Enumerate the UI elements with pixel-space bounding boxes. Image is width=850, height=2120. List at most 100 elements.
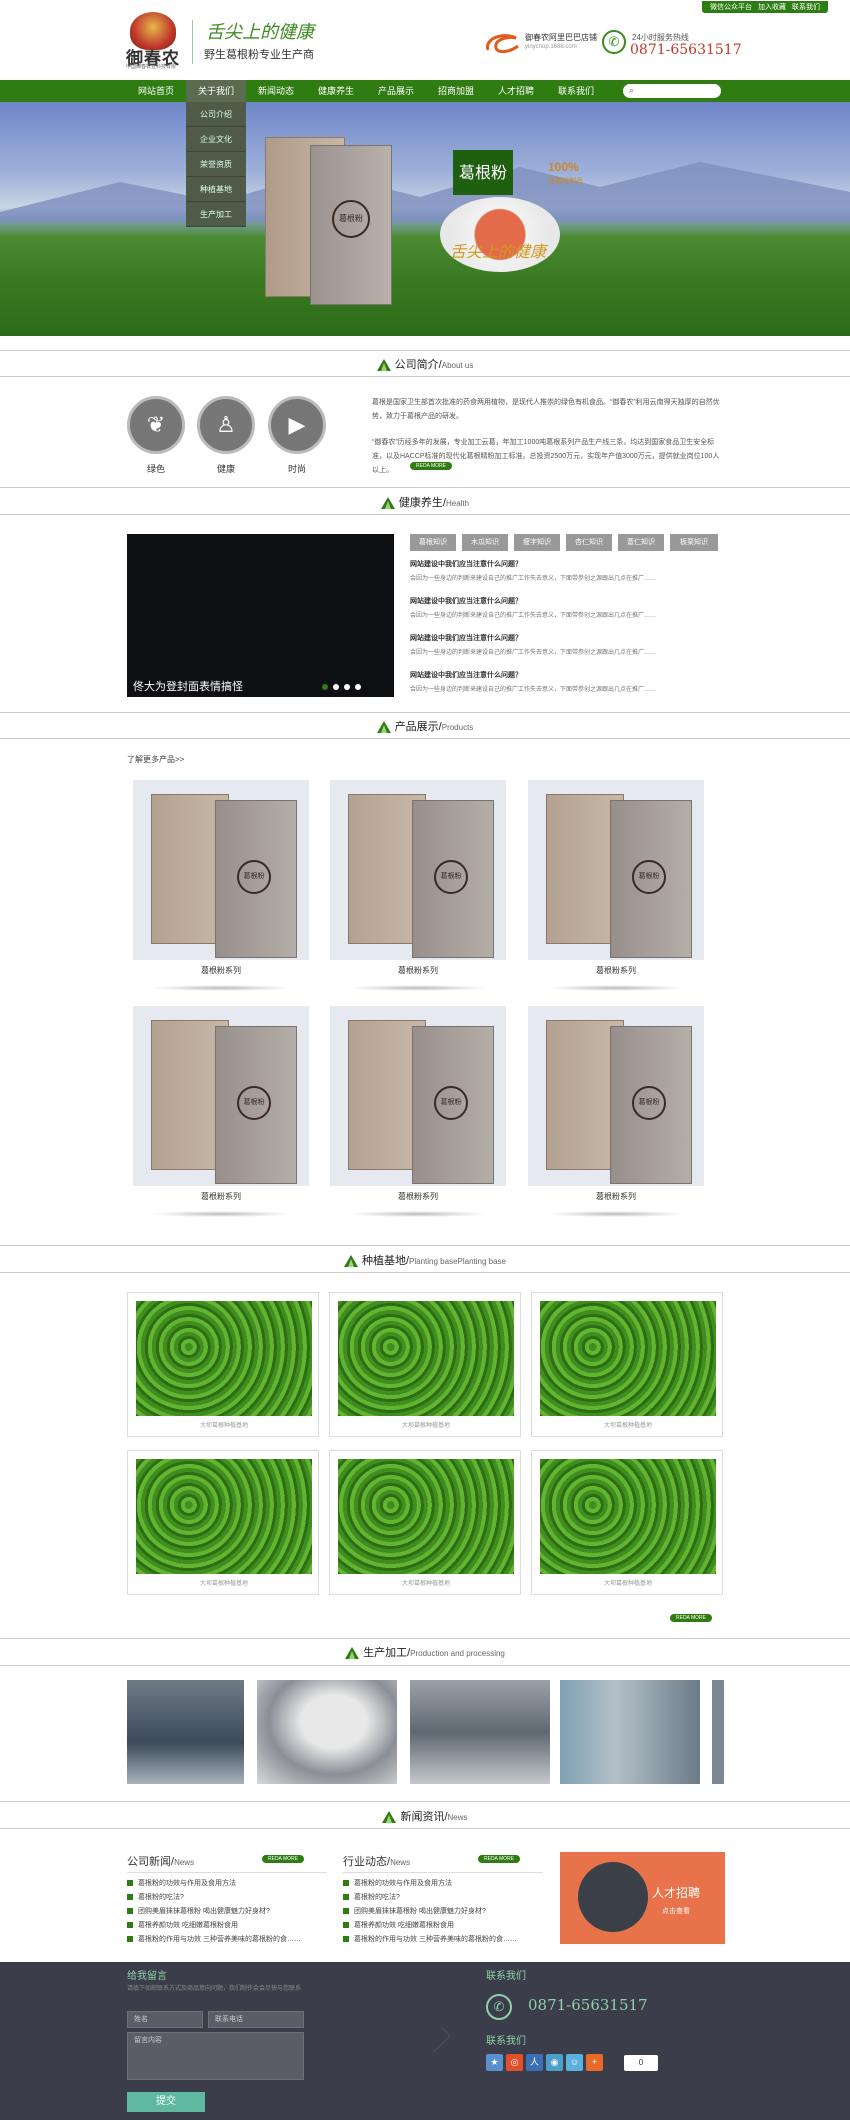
slider-dot[interactable] (355, 684, 361, 690)
slider-dot[interactable] (322, 684, 328, 690)
product-seal: 葛根粉 (237, 1086, 271, 1120)
tab-kudzu[interactable]: 葛根知识 (410, 534, 456, 551)
product-label[interactable]: 葛根粉系列 (133, 1191, 309, 1202)
nav-home[interactable]: 网站首页 (128, 80, 184, 102)
product-label[interactable]: 葛根粉系列 (133, 965, 309, 976)
news-item[interactable]: 葛根粉的功效与作用及食用方法 (127, 1878, 236, 1888)
shop-url[interactable]: yinycnop.1688.com (525, 44, 577, 50)
dropdown-item-honor[interactable]: 荣誉资质 (186, 152, 246, 177)
nav-about[interactable]: 关于我们 (186, 80, 246, 102)
message-content-field[interactable]: 留言内容 (127, 2032, 304, 2080)
search-icon[interactable]: ⌕ (629, 86, 638, 95)
product-label[interactable]: 葛根粉系列 (528, 1191, 704, 1202)
recruit-title[interactable]: 人才招聘 (652, 1884, 700, 1901)
health-question[interactable]: 网站建设中我们应当注意什么问题？ (410, 633, 522, 643)
top-link-contact[interactable]: 联系我们 (792, 2, 820, 12)
dropdown-item-base[interactable]: 种植基地 (186, 177, 246, 202)
base-card[interactable]: 大坝葛根种植基地 (127, 1292, 319, 1437)
base-card[interactable]: 大坝葛根种植基地 (329, 1450, 521, 1595)
message-title: 给我留言 (127, 1971, 167, 1982)
tab-almond[interactable]: 杏仁知识 (566, 534, 612, 551)
dropdown-item-production[interactable]: 生产加工 (186, 202, 246, 227)
video-player[interactable] (127, 534, 394, 697)
news-item[interactable]: 葛根粉的吃法? (127, 1892, 184, 1902)
tab-coix[interactable]: 薏仁知识 (618, 534, 664, 551)
production-photo[interactable] (712, 1680, 724, 1784)
alibaba-icon[interactable] (482, 28, 522, 58)
nav-health[interactable]: 健康养生 (308, 80, 364, 102)
product-label[interactable]: 葛根粉系列 (330, 1191, 506, 1202)
more-products-link[interactable]: 了解更多产品>> (127, 754, 184, 765)
renren-icon[interactable]: 人 (526, 2054, 543, 2071)
tab-chestnut[interactable]: 板栗知识 (670, 534, 718, 551)
base-card[interactable]: 大坝葛根种植基地 (531, 1450, 723, 1595)
product-image[interactable]: 葛根粉 (330, 780, 506, 960)
health-question[interactable]: 网站建设中我们应当注意什么问题？ (410, 559, 522, 569)
slider-dot[interactable] (333, 684, 339, 690)
base-card[interactable]: 大坝葛根种植基地 (329, 1292, 521, 1437)
top-link-favorite[interactable]: 加入收藏 (758, 2, 786, 12)
section-title-en: News (447, 1813, 468, 1822)
base-card[interactable]: 大坝葛根种植基地 (531, 1292, 723, 1437)
about-more-button[interactable]: REDA MORE (410, 462, 453, 470)
health-question[interactable]: 网站建设中我们应当注意什么问题？ (410, 596, 522, 606)
weibo-icon[interactable]: ◎ (506, 2054, 523, 2071)
nav-recruit[interactable]: 人才招聘 (488, 80, 544, 102)
section-title-text: 公司简介/ (394, 359, 442, 371)
section-line (0, 376, 850, 377)
news-item[interactable]: 葛根养颜功效 吃细嫩葛根粉食用 (343, 1920, 454, 1930)
product-image[interactable]: 葛根粉 (528, 1006, 704, 1186)
production-photo[interactable] (410, 1680, 550, 1784)
dropdown-item-intro[interactable]: 公司介绍 (186, 102, 246, 127)
nav-contact[interactable]: 联系我们 (548, 80, 604, 102)
production-photo[interactable] (560, 1680, 700, 1784)
dropdown-item-culture[interactable]: 企业文化 (186, 127, 246, 152)
slider-dot[interactable] (344, 684, 350, 690)
tab-slim[interactable]: 瘦字知识 (514, 534, 560, 551)
more-share-icon[interactable]: + (586, 2054, 603, 2071)
video-caption: 佟大为登封面表情搞怪 (133, 681, 243, 693)
news-item[interactable]: 团购美眉抹抹葛根粉 喝出健康魅力好身材? (127, 1906, 270, 1916)
news-item[interactable]: 葛根粉的作用与功效 三种营养美味的葛根粉的食…… (343, 1934, 517, 1944)
health-question[interactable]: 网站建设中我们应当注意什么问题？ (410, 670, 522, 680)
tencent-weibo-icon[interactable]: ◉ (546, 2054, 563, 2071)
qzone-icon[interactable]: ★ (486, 2054, 503, 2071)
company-news-title-text: 公司新闻/ (127, 1856, 175, 1868)
news-item[interactable]: 团购美眉抹抹葛根粉 喝出健康魅力好身材? (343, 1906, 486, 1916)
section-line (0, 487, 850, 488)
base-card[interactable]: 大坝葛根种植基地 (127, 1450, 319, 1595)
slogan-main: 舌尖上的健康 (206, 22, 314, 43)
product-image[interactable]: 葛根粉 (528, 780, 704, 960)
nav-products[interactable]: 产品展示 (368, 80, 424, 102)
recruit-subtitle[interactable]: 点击查看 (662, 1906, 690, 1916)
header-divider (192, 20, 193, 64)
nav-news[interactable]: 新闻动态 (248, 80, 304, 102)
news-item[interactable]: 葛根粉的吃法? (343, 1892, 400, 1902)
industry-news-more-button[interactable]: REDA MORE (478, 1855, 521, 1863)
company-news-more-button[interactable]: REDA MORE (262, 1855, 305, 1863)
product-image[interactable]: 葛根粉 (133, 780, 309, 960)
health-answer: 会因为一些身边的判断来建设自己的推广工作失去意义，下面带参创之源跟出几点在推广…… (410, 613, 657, 619)
nav-franchise[interactable]: 招商加盟 (428, 80, 484, 102)
phone-field[interactable]: 联系电话 (208, 2011, 304, 2028)
base-more-button[interactable]: REDA MORE (670, 1614, 713, 1622)
news-item[interactable]: 葛根粉的功效与作用及食用方法 (343, 1878, 452, 1888)
submit-button[interactable]: 提交 (127, 2092, 205, 2112)
base-label: 大坝葛根种植基地 (401, 1581, 450, 1587)
section-line (0, 350, 850, 351)
news-item[interactable]: 葛根粉的作用与功效 三种营养美味的葛根粉的食…… (127, 1934, 301, 1944)
tab-papaya[interactable]: 木瓜知识 (462, 534, 508, 551)
product-label[interactable]: 葛根粉系列 (330, 965, 506, 976)
shop-title[interactable]: 御春农阿里巴巴店铺 (525, 32, 597, 43)
product-image[interactable]: 葛根粉 (133, 1006, 309, 1186)
top-link-wechat[interactable]: 微信公众平台 (710, 2, 752, 12)
news-item[interactable]: 葛根养颜功效 吃细嫩葛根粉食用 (127, 1920, 238, 1930)
base-label: 大坝葛根种植基地 (199, 1581, 248, 1587)
product-image[interactable]: 葛根粉 (330, 1006, 506, 1186)
production-photo[interactable] (257, 1680, 397, 1784)
qq-icon[interactable]: ☺ (566, 2054, 583, 2071)
product-label[interactable]: 葛根粉系列 (528, 965, 704, 976)
production-photo[interactable] (127, 1680, 244, 1784)
name-field[interactable]: 姓名 (127, 2011, 203, 2028)
industry-news-title-text: 行业动态/ (343, 1856, 391, 1868)
